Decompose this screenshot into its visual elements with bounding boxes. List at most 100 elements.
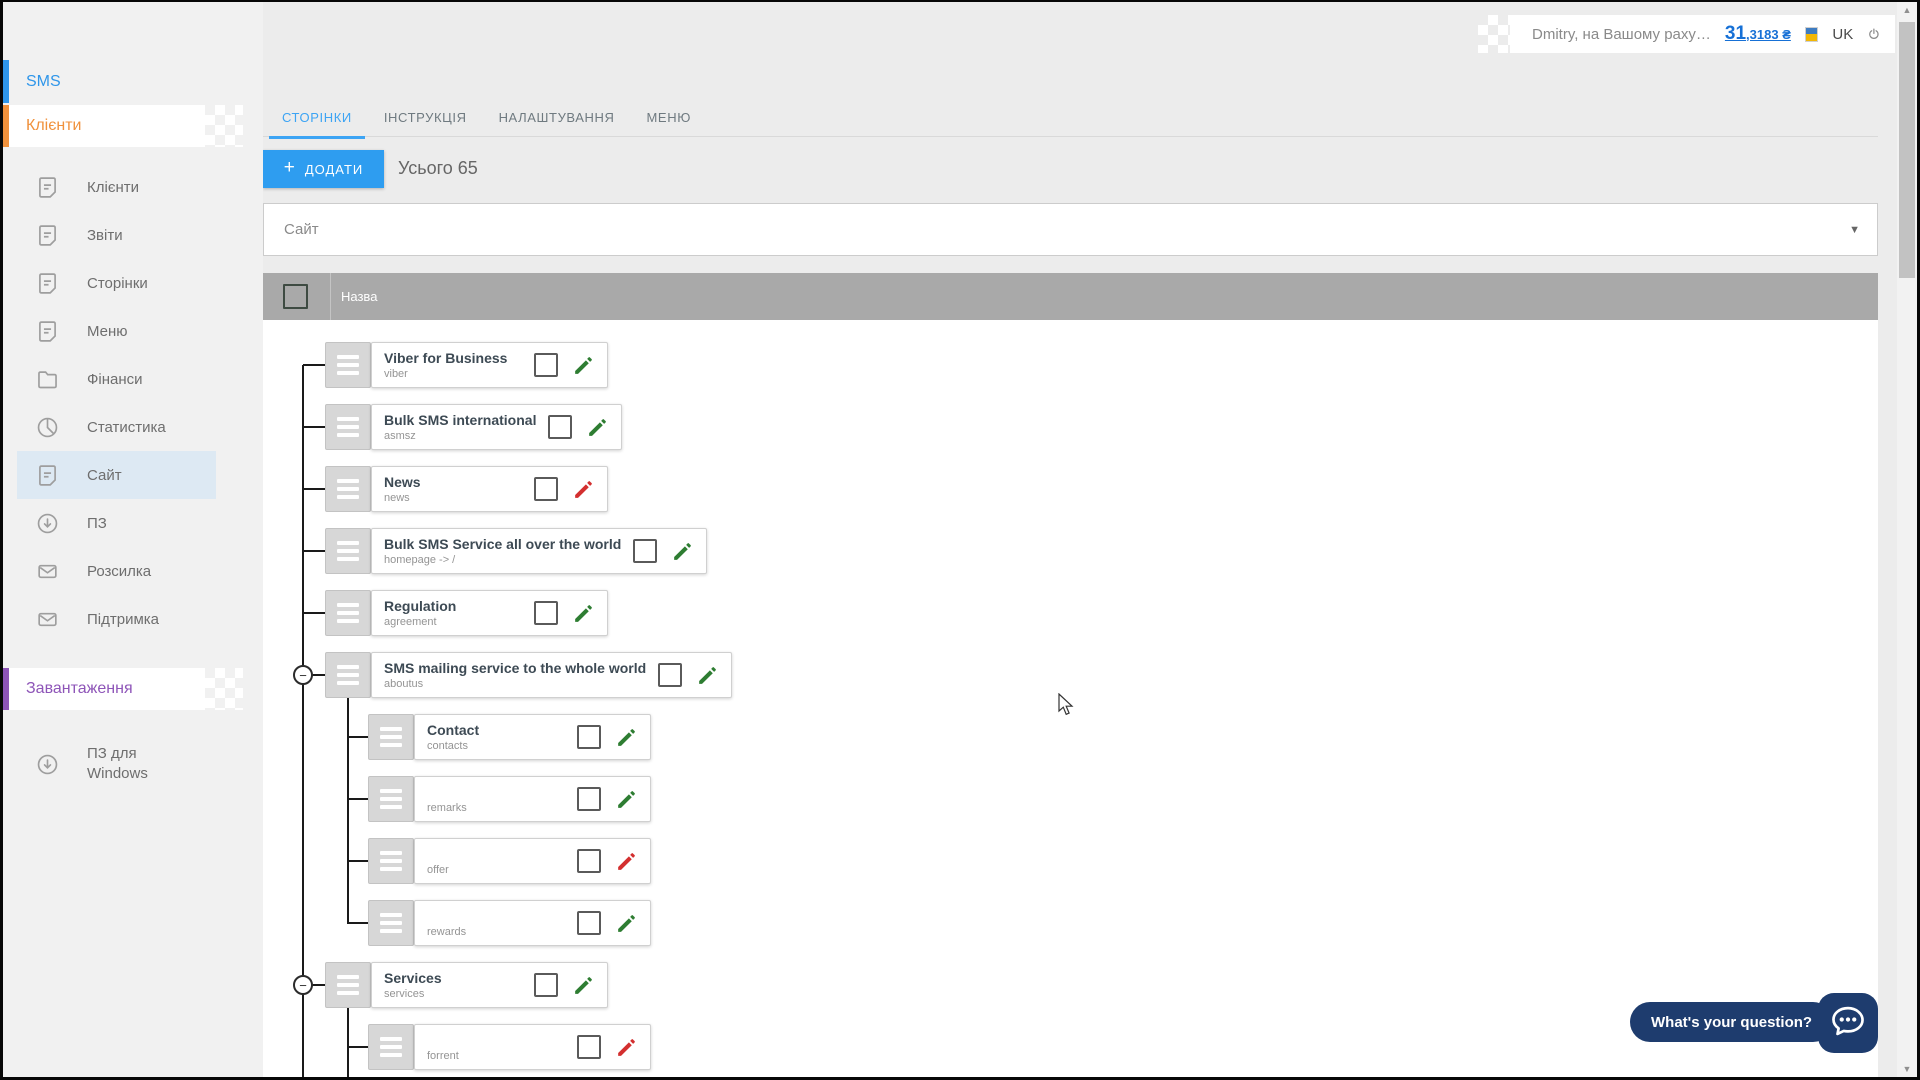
checker-decoration: [1478, 15, 1512, 53]
language-selector[interactable]: UK: [1832, 26, 1853, 43]
page-row: forrent: [414, 1024, 651, 1070]
edit-pencil-icon[interactable]: [671, 540, 694, 563]
tab-4[interactable]: МЕНЮ: [634, 98, 704, 139]
drag-handle[interactable]: [325, 962, 371, 1008]
drag-handle[interactable]: [325, 528, 371, 574]
sidebar-item-4[interactable]: Меню: [17, 307, 216, 355]
page-text: Servicesservices: [384, 970, 522, 1001]
tab-2[interactable]: ІНСТРУКЦІЯ: [371, 98, 480, 139]
edit-pencil-icon[interactable]: [615, 1036, 638, 1059]
collapse-toggle[interactable]: −: [293, 975, 313, 995]
page-row: remarks: [414, 776, 651, 822]
edit-pencil-icon[interactable]: [572, 974, 595, 997]
edit-pencil-icon[interactable]: [615, 850, 638, 873]
edit-pencil-icon[interactable]: [572, 602, 595, 625]
page-slug: homepage -> /: [384, 554, 621, 567]
page-checkbox[interactable]: [577, 1035, 601, 1059]
sidebar-section-downloads[interactable]: Завантаження: [0, 668, 205, 710]
sidebar-item-9[interactable]: Розсилка: [17, 547, 216, 595]
page-checkbox[interactable]: [534, 973, 558, 997]
chat-prompt-text: What's your question?: [1651, 1014, 1812, 1031]
sidebar-item-1[interactable]: Клієнти: [17, 163, 216, 211]
tab-1[interactable]: СТОРІНКИ: [269, 98, 365, 139]
sidebar-item-pz-windows[interactable]: ПЗ дляWindows: [17, 735, 216, 793]
sidebar-section-sms[interactable]: SMS: [0, 60, 263, 103]
add-button[interactable]: + ДОДАТИ: [263, 150, 384, 188]
edit-pencil-icon[interactable]: [615, 912, 638, 935]
edit-pencil-icon[interactable]: [696, 664, 719, 687]
sidebar-item-5[interactable]: Фінанси: [17, 355, 216, 403]
collapse-toggle[interactable]: −: [293, 665, 313, 685]
drag-handle[interactable]: [368, 838, 414, 884]
scrollbar-thumb[interactable]: [1899, 22, 1915, 278]
site-filter-dropdown[interactable]: Сайт ▼: [263, 203, 1878, 256]
drag-handle[interactable]: [325, 466, 371, 512]
page-title: Bulk SMS Service all over the world: [384, 536, 621, 552]
sidebar-item-label: Клієнти: [87, 179, 139, 196]
tab-3[interactable]: НАЛАШТУВАННЯ: [486, 98, 628, 139]
page-checkbox[interactable]: [534, 601, 558, 625]
drag-handle[interactable]: [368, 714, 414, 760]
page-checkbox[interactable]: [534, 353, 558, 377]
chat-prompt-bubble[interactable]: What's your question?: [1630, 1002, 1833, 1042]
balance-fraction: ,3183 ₴: [1746, 27, 1791, 42]
edit-pencil-icon[interactable]: [572, 478, 595, 501]
sidebar-item-6[interactable]: Статистика: [17, 403, 216, 451]
page-slug: remarks: [427, 802, 565, 815]
drag-handle[interactable]: [325, 342, 371, 388]
checker-decoration: [205, 668, 243, 710]
sidebar-section-label: SMS: [26, 73, 61, 91]
edit-pencil-icon[interactable]: [586, 416, 609, 439]
drag-handle[interactable]: [368, 1024, 414, 1070]
drag-handle[interactable]: [368, 900, 414, 946]
sidebar-item-8[interactable]: ПЗ: [17, 499, 216, 547]
page-text: remarks: [427, 784, 565, 815]
sidebar: SMS Клієнти Клієнти ЗвітиСторінки Меню Фіна…: [0, 0, 263, 1080]
page-checkbox[interactable]: [633, 539, 657, 563]
chat-bubble-icon: [1829, 1003, 1867, 1044]
drag-handle[interactable]: [325, 652, 371, 698]
drag-handle[interactable]: [325, 590, 371, 636]
scroll-down-arrow[interactable]: ▼: [1897, 1061, 1917, 1077]
sidebar-item-label: Підтримка: [87, 611, 159, 628]
page-row: rewards: [414, 900, 651, 946]
page-text: Viber for Businessviber: [384, 350, 522, 381]
page-checkbox[interactable]: [577, 849, 601, 873]
page-slug: contacts: [427, 740, 565, 753]
sidebar-item-7[interactable]: Сайт: [17, 451, 216, 499]
edit-pencil-icon[interactable]: [572, 354, 595, 377]
edit-pencil-icon[interactable]: [615, 726, 638, 749]
page-text: Bulk SMS Service all over the world homep…: [384, 536, 621, 567]
sidebar-item-label: ПЗ: [87, 515, 107, 532]
page-checkbox[interactable]: [548, 415, 572, 439]
page-slug: rewards: [427, 926, 565, 939]
sidebar-item-3[interactable]: Сторінки: [17, 259, 216, 307]
sidebar-item-label: Меню: [87, 323, 128, 340]
document-icon: [35, 223, 60, 248]
page-checkbox[interactable]: [534, 477, 558, 501]
sidebar-item-10[interactable]: Підтримка: [17, 595, 216, 643]
power-icon[interactable]: [1867, 22, 1881, 46]
edit-pencil-icon[interactable]: [615, 788, 638, 811]
drag-handle[interactable]: [325, 404, 371, 450]
select-all-checkbox[interactable]: [283, 284, 308, 309]
sidebar-item-2[interactable]: Звіти: [17, 211, 216, 259]
sidebar-section-label: Клієнти: [26, 117, 81, 135]
page-row: Bulk SMS internationalasmsz: [371, 404, 622, 450]
sidebar-section-label: Завантаження: [26, 680, 133, 698]
balance-link[interactable]: 31,3183 ₴: [1725, 23, 1791, 45]
chat-launcher-button[interactable]: [1818, 993, 1878, 1053]
page-title: News: [384, 474, 522, 490]
page-checkbox[interactable]: [577, 725, 601, 749]
page-title: Services: [384, 970, 522, 986]
page-checkbox[interactable]: [577, 911, 601, 935]
page-row: SMS mailing service to the whole worldab…: [371, 652, 732, 698]
page-slug: viber: [384, 368, 522, 381]
page-checkbox[interactable]: [577, 787, 601, 811]
drag-handle[interactable]: [368, 776, 414, 822]
sidebar-section-clients[interactable]: Клієнти: [0, 105, 205, 147]
vertical-scrollbar[interactable]: ▲ ▼: [1897, 2, 1917, 1077]
scroll-up-arrow[interactable]: ▲: [1897, 2, 1917, 18]
page-checkbox[interactable]: [658, 663, 682, 687]
tree-connector-line: [302, 365, 304, 1078]
